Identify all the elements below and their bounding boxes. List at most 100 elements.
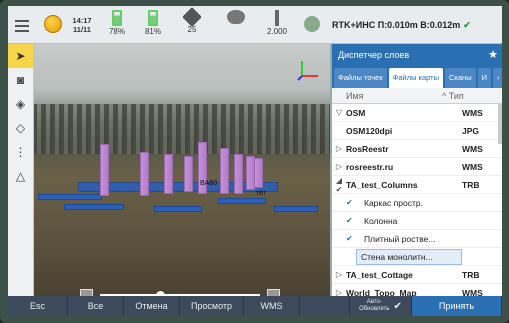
layer-row[interactable]: ▷ TA_test_Cottage TRB [332, 266, 502, 284]
spacer [300, 296, 350, 316]
satellite-icon [182, 7, 202, 27]
dish-icon [227, 10, 245, 24]
radio-status[interactable] [216, 6, 256, 44]
layer-type: JPG [462, 125, 480, 136]
rtk-status[interactable]: RTK+ИНС П:0.010m В:0.012m ✔ [332, 6, 471, 44]
expand-toggle-icon[interactable]: ▷ [332, 162, 346, 171]
axis-gizmo [297, 61, 318, 81]
layer-type: TRB [462, 269, 480, 280]
column [234, 154, 243, 194]
layers-3d-tool[interactable]: ◈ [8, 92, 33, 116]
more-tool[interactable]: ⋮ [8, 140, 33, 164]
layer-row[interactable]: ✔ Колонна [332, 212, 502, 230]
esc-button[interactable]: Esc [8, 296, 68, 316]
layer-row[interactable]: ◢ ✔ TA_test_Columns TRB [332, 176, 502, 194]
ar-scene-view[interactable]: BA60 тёт [34, 44, 330, 296]
tab-scroll-right[interactable]: › [492, 68, 502, 88]
antenna-icon [275, 10, 279, 26]
panel-title: Диспетчер слоев [338, 50, 410, 60]
measure-icon: △ [15, 169, 26, 183]
layer-row[interactable]: ✔ Каркас простр. [332, 194, 502, 212]
list-header: Имя ^ Тип [332, 88, 502, 104]
layer-type: WMS [462, 161, 483, 172]
tab-point-files[interactable]: Файлы точек [334, 68, 387, 88]
foundation-slab [218, 198, 266, 204]
cursor-tool[interactable]: ➤ [8, 44, 33, 68]
layer-row[interactable]: ▷ rosreestr.ru WMS [332, 158, 502, 176]
clock: 14:17 11/11 [68, 6, 96, 44]
layer-row[interactable]: ✔ Плитный ростве... [332, 230, 502, 248]
point-label: тёт [256, 190, 267, 197]
app-screen: 14:17 11/11 78% 81% 25 2.000 RTK+ИНС П:0… [8, 6, 502, 316]
accept-button[interactable]: Принять [412, 296, 502, 316]
camera-tool[interactable]: ◙ [8, 68, 33, 92]
expand-toggle-icon[interactable]: ▷ [332, 144, 346, 153]
globe-button[interactable] [40, 6, 66, 44]
layers-tool[interactable]: ◇ [8, 116, 33, 140]
gnss-button[interactable] [298, 6, 326, 44]
column [164, 154, 173, 194]
foundation-slab [38, 194, 102, 200]
visibility-check-icon[interactable]: ✔ [346, 234, 356, 243]
layer-list: ▽ OSM WMS OSM120dpi JPG ▷ RosReestr WMS ▷ rosrees… [332, 104, 502, 302]
expand-toggle-icon[interactable]: ◢ ✔ [332, 176, 346, 194]
column [140, 152, 149, 196]
tab-map-files[interactable]: Файлы карты [388, 68, 444, 88]
star-icon[interactable]: ★ [488, 44, 498, 66]
layer-name: Колонна [364, 215, 398, 226]
column-header-type[interactable]: ^ Тип [442, 91, 464, 101]
column [100, 144, 109, 196]
antenna-height[interactable]: 2.000 [258, 6, 296, 44]
layer-name: RosReestr [346, 143, 389, 154]
auto-update-label-2: Обновлять [359, 306, 390, 312]
battery-2[interactable]: 81% [136, 6, 170, 44]
layer-type: WMS [462, 143, 483, 154]
gnss-icon [304, 16, 320, 32]
battery-1[interactable]: 78% [100, 6, 134, 44]
measure-tool[interactable]: △ [8, 164, 33, 188]
tab-more[interactable]: И [477, 68, 491, 88]
layer-name: TA_test_Cottage [346, 269, 413, 280]
all-button[interactable]: Все [68, 296, 124, 316]
view-button[interactable]: Просмотр [180, 296, 244, 316]
column-header-name[interactable]: Имя [332, 91, 442, 101]
visibility-check-icon[interactable]: ✔ [346, 216, 356, 225]
layer-row[interactable]: ▷ RosReestr WMS [332, 140, 502, 158]
auto-update-toggle[interactable]: Авто- Обновлять ✔ [350, 296, 412, 316]
layer-row[interactable]: OSM120dpi JPG [332, 122, 502, 140]
battery-icon [148, 10, 158, 26]
column [254, 158, 263, 188]
layer-type: WMS [462, 107, 483, 118]
more-icon: ⋮ [14, 145, 27, 159]
cursor-icon: ➤ [15, 49, 26, 63]
scrollbar[interactable] [498, 104, 502, 144]
rtk-status-text: RTK+ИНС П:0.010m В:0.012m [332, 20, 461, 30]
foundation-slab [274, 206, 318, 212]
battery-2-level: 81% [144, 27, 161, 36]
wms-button[interactable]: WMS [244, 296, 300, 316]
opacity-slider[interactable] [80, 288, 280, 296]
cancel-button[interactable]: Отмена [124, 296, 180, 316]
layer-row[interactable]: ▽ OSM WMS [332, 104, 502, 122]
visibility-check-icon[interactable]: ✔ [346, 198, 356, 207]
foundation-slab [154, 206, 202, 212]
check-icon: ✔ [393, 300, 402, 312]
expand-toggle-icon[interactable]: ▽ [332, 108, 346, 117]
layer-name: OSM120dpi [346, 125, 393, 136]
layer-row[interactable]: Стена монолитн... [332, 248, 502, 266]
expand-toggle-icon[interactable]: ▷ [332, 270, 346, 279]
layers-3d-icon: ◈ [15, 97, 26, 111]
panel-tabs: Файлы точек Файлы карты Сканы И › [332, 66, 502, 88]
device-frame: 14:17 11/11 78% 81% 25 2.000 RTK+ИНС П:0… [0, 0, 509, 323]
layer-name: Каркас простр. [364, 197, 423, 208]
tab-scans[interactable]: Сканы [445, 68, 476, 88]
bottom-toolbar: Esc Все Отмена Просмотр WMS Авто- Обновля… [8, 296, 502, 316]
layer-name: OSM [346, 107, 366, 118]
panel-title-bar: Диспетчер слоев ★ [332, 44, 502, 66]
menu-button[interactable] [8, 6, 36, 44]
point-label: BA60 [200, 180, 218, 187]
satellites-status[interactable]: 25 [174, 6, 210, 44]
battery-1-level: 78% [108, 27, 125, 36]
clock-date: 11/11 [73, 25, 91, 34]
check-icon: ✔ [463, 20, 471, 30]
